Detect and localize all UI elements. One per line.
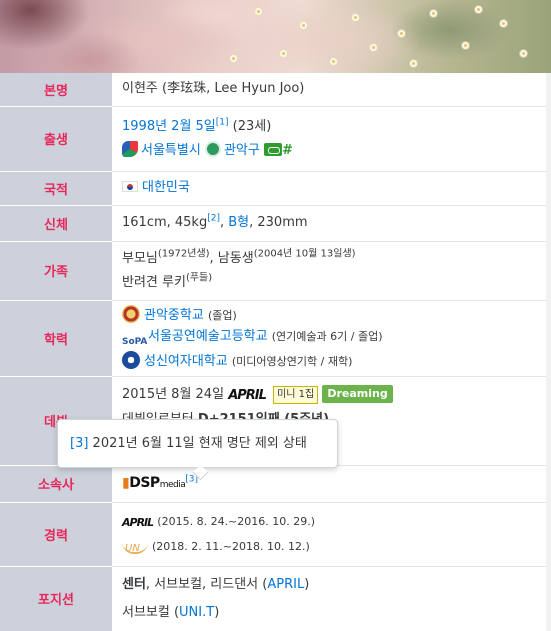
label-career: 경력: [0, 502, 112, 567]
position-close: ): [214, 604, 220, 620]
seoul-emblem-icon: [122, 140, 138, 157]
family-parents-year: (1972년생): [157, 248, 210, 260]
birth-ref-link[interactable]: [1]: [216, 117, 229, 127]
family-pet: 반려견 루키: [122, 274, 186, 290]
album-badge[interactable]: Dreaming: [322, 384, 393, 403]
shoe-size: , 230mm: [249, 215, 308, 230]
agency-logo-main: DSP: [129, 474, 160, 491]
row-career: 경력 APRIL (2015. 8. 24.~2016. 10. 29.) (2…: [0, 502, 546, 567]
label-family: 가족: [0, 241, 112, 301]
label-name: 본명: [0, 73, 112, 107]
korea-flag-icon: [122, 181, 138, 192]
blood-type-link[interactable]: B형: [228, 215, 249, 230]
family-brother-date: (2004년 10월 13일생): [253, 248, 356, 260]
career-period: (2018. 2. 11.~2018. 10. 12.): [152, 539, 310, 553]
family-pet-breed-link[interactable]: (푸들): [186, 272, 212, 283]
label-position: 포지션: [0, 566, 112, 631]
position-second: 서브보컬 (: [122, 604, 180, 620]
label-body: 신체: [0, 205, 112, 242]
school-note: (미디어영상연기학 / 재학): [231, 354, 353, 368]
birth-district-link[interactable]: 관악구: [224, 143, 260, 158]
release-type-badge: 미니 1집: [273, 385, 319, 404]
birth-age: (23세): [228, 118, 272, 134]
external-link-icon[interactable]: [263, 142, 282, 156]
family-parents: 부모님: [122, 250, 158, 266]
nationality-link[interactable]: 대한민국: [142, 180, 190, 195]
tooltip-ref-link[interactable]: [3]: [70, 436, 88, 451]
row-body: 신체 161cm, 45kg[2], B형, 230mm: [0, 205, 546, 242]
family-brother: , 남동생: [209, 250, 254, 266]
hash-link[interactable]: #: [282, 143, 293, 158]
debut-date: 2015년 8월 24일: [122, 386, 225, 402]
footnote-tooltip: [3] 2021년 6월 11일 현재 명단 제외 상태: [57, 419, 338, 468]
body-ref-link[interactable]: [2]: [207, 214, 220, 224]
middle-school-emblem-icon: [122, 304, 140, 323]
tooltip-text: 2021년 6월 11일 현재 명단 제외 상태: [88, 436, 307, 451]
high-school-emblem-icon: SoPA: [122, 336, 148, 347]
agency-logo-sub: media: [159, 479, 186, 490]
school-link[interactable]: 관악중학교: [144, 308, 204, 323]
birth-date-link[interactable]: 1998년 2월 5일: [122, 119, 216, 134]
position-group-link[interactable]: UNI.T: [179, 605, 214, 620]
career-group-logo[interactable]: APRIL: [122, 511, 154, 535]
gwanak-emblem-icon: [204, 140, 221, 157]
position-close: ): [304, 576, 310, 592]
birth-city-link[interactable]: 서울특별시: [141, 143, 201, 158]
school-link[interactable]: 성신여자대학교: [144, 354, 228, 369]
school-link[interactable]: 서울공연예술고등학교: [148, 329, 268, 344]
career-period: (2015. 8. 24.~2016. 10. 29.): [157, 514, 316, 528]
position-main: 센터: [122, 576, 146, 592]
row-nationality: 국적 대한민국: [0, 171, 546, 206]
dsp-media-logo[interactable]: ▮DSPmedia: [122, 471, 186, 497]
university-emblem-icon: [122, 350, 140, 369]
april-logo[interactable]: APRIL: [228, 384, 267, 408]
profile-infobox: 본명 이현주 (李玹珠, Lee Hyun Joo) 출생 1998년 2월 5…: [0, 73, 546, 631]
row-family: 가족 부모님(1972년생), 남동생(2004년 10월 13일생) 반려견 …: [0, 241, 546, 301]
label-education: 학력: [0, 300, 112, 377]
row-agency: 소속사 ▮DSPmedia[3]: [0, 465, 546, 503]
label-nationality: 국적: [0, 171, 112, 206]
position-group-link[interactable]: APRIL: [267, 577, 304, 592]
school-note: (연기예술과 6기 / 졸업): [271, 329, 383, 343]
row-name: 본명 이현주 (李玹珠, Lee Hyun Joo): [0, 73, 546, 107]
row-education: 학력 관악중학교 (졸업) SoPA서울공연예술고등학교 (연기예술과 6기 /…: [0, 300, 546, 377]
scrollbar-track[interactable]: [546, 73, 551, 631]
row-position: 포지션 센터, 서브보컬, 리드댄서 (APRIL) 서브보컬 (UNI.T): [0, 566, 546, 631]
value-name: 이현주 (李玹珠, Lee Hyun Joo): [122, 81, 305, 97]
profile-photo: [0, 0, 551, 73]
school-note: (졸업): [207, 308, 237, 322]
height-weight: 161cm, 45kg: [122, 215, 208, 230]
label-agency: 소속사: [0, 465, 112, 503]
label-birth: 출생: [0, 106, 112, 172]
row-birth: 출생 1998년 2월 5일[1] (23세) 서울특별시 관악구 #: [0, 106, 546, 172]
unit-logo[interactable]: [122, 536, 148, 561]
body-separator: ,: [219, 215, 229, 230]
position-rest: , 서브보컬, 리드댄서 (: [145, 576, 268, 592]
